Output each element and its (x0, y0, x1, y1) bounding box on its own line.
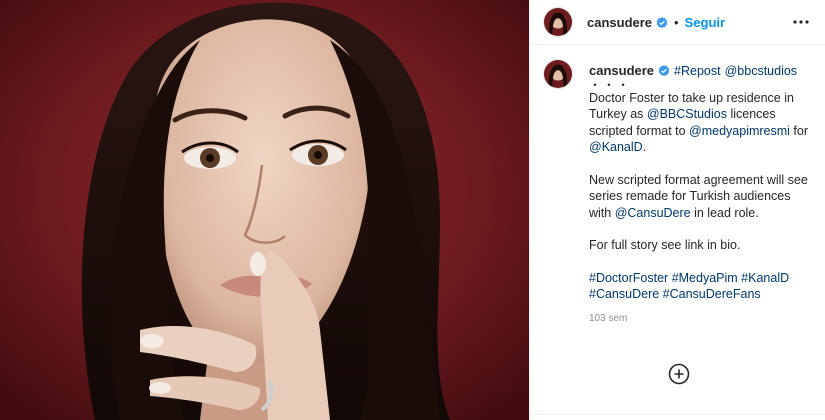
avatar-image (544, 60, 572, 88)
hashtag-link[interactable]: #Repost (674, 63, 721, 80)
avatar-image (544, 8, 572, 36)
caption-paragraph-1: Doctor Foster to take up residence in Tu… (589, 90, 809, 156)
post-header: cansudere • Seguir (530, 0, 825, 45)
hashtag-link[interactable]: #CansuDereFans (663, 287, 761, 301)
caption-paragraph-2: New scripted format agreement will see s… (589, 172, 809, 222)
panel-bottom-divider (530, 414, 825, 420)
hashtag-link[interactable]: #CansuDere (589, 287, 659, 301)
caption-text-segment: for (789, 123, 809, 138)
caption-text-segment: . (642, 140, 647, 154)
load-more-comments-icon[interactable] (668, 363, 690, 385)
more-options-icon[interactable] (789, 10, 813, 34)
mention-link[interactable]: @bbcstudios (725, 63, 797, 80)
hashtag-link[interactable]: #KanalD (741, 271, 789, 285)
mention-link[interactable]: @KanalD (589, 140, 643, 154)
separator-dot: • (674, 14, 679, 30)
caption-dots: ・・・ (589, 77, 632, 92)
mention-link[interactable]: @CansuDere (615, 206, 691, 220)
caption-hashtags: #DoctorFoster #MedyaPim #KanalD #CansuDe… (589, 270, 809, 303)
mention-link[interactable]: @BBCStudios (647, 107, 727, 121)
portrait-image (0, 0, 529, 420)
verified-badge-icon (656, 16, 668, 29)
caption-text-segment: in lead role. (690, 205, 759, 220)
caption-avatar[interactable] (543, 59, 573, 89)
author-avatar[interactable] (543, 7, 573, 37)
mention-link[interactable]: @medyapimresmi (689, 124, 790, 138)
post-timestamp[interactable]: 103 sem (589, 311, 809, 328)
hashtag-link[interactable]: #MedyaPim (672, 271, 738, 285)
post-photo[interactable] (0, 0, 529, 420)
author-username[interactable]: cansudere (587, 15, 652, 30)
verified-badge-icon (658, 65, 670, 77)
hashtag-link[interactable]: #DoctorFoster (589, 271, 668, 285)
caption-paragraph-3: For full story see link in bio. (589, 238, 741, 252)
post-caption: cansudere #Repost @bbcstudios ・・・ Doctor… (530, 45, 825, 327)
follow-button[interactable]: Seguir (685, 15, 725, 30)
post-sidebar: cansudere • Seguir cansudere #Repost @bb… (529, 0, 825, 420)
caption-text: cansudere #Repost @bbcstudios ・・・ Doctor… (589, 63, 809, 327)
